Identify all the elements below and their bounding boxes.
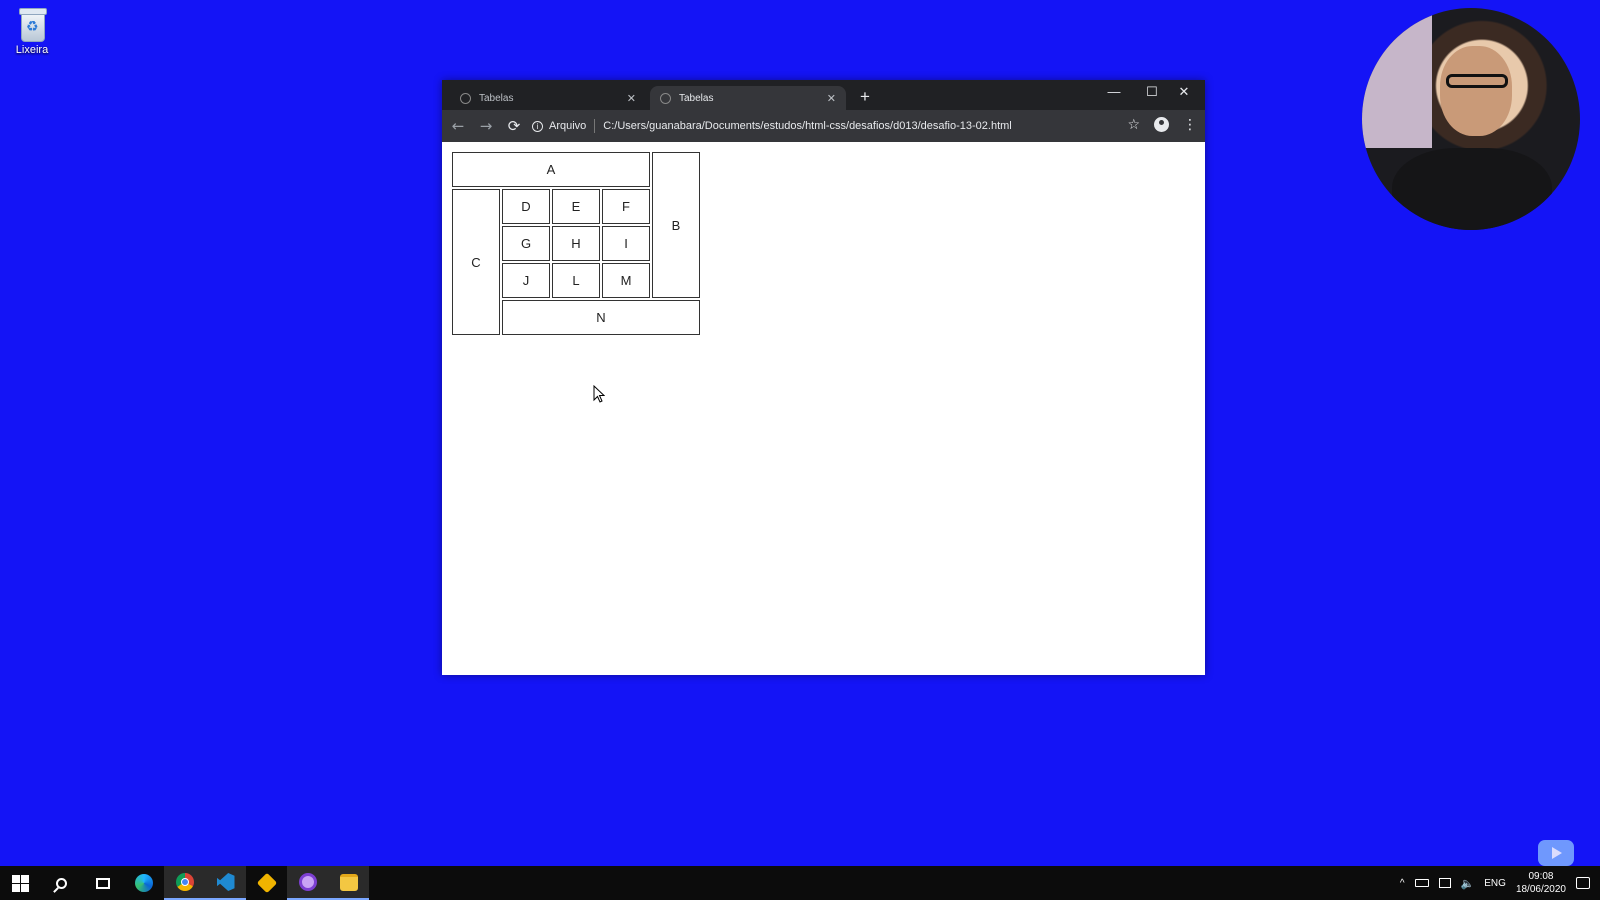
system-tray: ^ 🔈 ENG 09:08 18/06/2020 [1400,866,1590,900]
scheme-label: Arquivo [549,120,587,132]
cell-j: J [502,263,550,298]
cell-d: D [502,189,550,224]
windows-start-icon[interactable] [0,866,41,900]
cell-a: A [452,152,650,187]
vscode-icon[interactable] [205,866,246,900]
globe-icon [460,92,471,104]
task-view-icon[interactable] [82,866,123,900]
network-icon[interactable] [1438,878,1451,888]
globe-icon [660,92,671,104]
file-explorer-icon[interactable] [328,866,369,900]
tab-tabelas-2-active[interactable]: Tabelas ✕ [650,86,846,110]
git-icon[interactable] [246,866,287,900]
clock-time: 09:08 [1528,871,1554,882]
app-icon[interactable] [287,866,328,900]
maximize-button[interactable]: ☐ [1137,84,1167,100]
cell-n: N [502,300,700,335]
browser-titlebar: Tabelas ✕ Tabelas ✕ + — ☐ ✕ [442,80,1205,110]
browser-toolbar: ← → ⟳ i Arquivo C:/Users/guanabara/Docum… [442,110,1205,142]
minimize-button[interactable]: — [1099,84,1129,99]
account-icon[interactable] [1154,117,1169,132]
page-viewport: A B C D E F G H I J L M N [442,142,1205,675]
tab-title: Tabelas [479,92,514,104]
search-icon[interactable] [41,866,82,900]
recycle-bin-label: Lixeira [15,44,49,56]
webcam-overlay-image [1362,8,1580,230]
volume-icon[interactable]: 🔈 [1461,877,1475,890]
cell-f: F [602,189,650,224]
reload-icon[interactable]: ⟳ [502,117,526,135]
menu-icon[interactable]: ⋮ [1183,117,1197,133]
cell-m: M [602,263,650,298]
cell-l: L [552,263,600,298]
chrome-icon[interactable] [164,866,205,900]
tray-chevron-icon[interactable]: ^ [1400,878,1405,889]
letters-table: A B C D E F G H I J L M N [450,150,702,337]
forward-arrow-icon[interactable]: → [474,117,498,135]
edge-icon[interactable] [123,866,164,900]
battery-icon[interactable] [1414,879,1429,887]
recycle-bin-icon [17,6,47,42]
taskbar: ^ 🔈 ENG 09:08 18/06/2020 [0,866,1600,900]
mouse-cursor-icon [593,384,606,408]
cell-c: C [452,189,500,335]
cell-h: H [552,226,600,261]
close-window-button[interactable]: ✕ [1169,84,1199,100]
new-tab-button[interactable]: + [860,88,870,106]
youtube-logo-icon [1538,840,1574,866]
cell-b: B [652,152,700,298]
bookmark-star-icon[interactable]: ☆ [1127,117,1140,133]
notification-icon[interactable] [1576,877,1590,889]
clock-date: 18/06/2020 [1515,884,1566,895]
tab-close-icon[interactable]: ✕ [627,92,636,105]
recycle-bin-desktop-icon[interactable]: Lixeira [10,6,54,56]
browser-window: Tabelas ✕ Tabelas ✕ + — ☐ ✕ ← → ⟳ i Arqu… [442,80,1205,675]
cell-e: E [552,189,600,224]
cell-g: G [502,226,550,261]
address-bar[interactable]: i Arquivo C:/Users/guanabara/Documents/e… [532,114,1145,138]
clock[interactable]: 09:08 18/06/2020 [1516,870,1566,896]
omnibox-divider [594,119,596,133]
tab-title: Tabelas [679,92,714,104]
tab-close-icon[interactable]: ✕ [827,92,836,105]
url-text[interactable]: C:/Users/guanabara/Documents/estudos/htm… [603,120,1011,132]
back-arrow-icon[interactable]: ← [446,117,470,135]
language-indicator[interactable]: ENG [1484,878,1506,889]
info-icon[interactable]: i [532,120,543,132]
tab-tabelas-1[interactable]: Tabelas ✕ [450,86,646,110]
cell-i: I [602,226,650,261]
